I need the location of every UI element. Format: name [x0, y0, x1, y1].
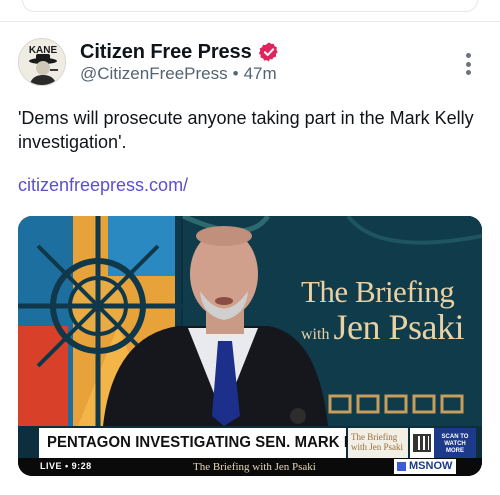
meta-separator: • — [232, 64, 239, 83]
chyron-logo-line2: with Jen Psaki — [351, 442, 404, 452]
brand-with: with — [301, 326, 330, 343]
live-indicator: LIVE • 9:28 — [40, 461, 92, 471]
brand-host: Jen Psaki — [333, 307, 464, 347]
post-text: 'Dems will prosecute anyone taking part … — [18, 108, 474, 152]
video-thumbnail[interactable]: The Briefing with Jen Psaki PENTAGON INV… — [18, 216, 482, 476]
network-icon — [397, 462, 406, 471]
network-logo: MSNOW — [394, 459, 457, 474]
brand-title: The Briefing — [301, 274, 455, 309]
chyron-text: PENTAGON INVESTIGATING SEN. MARK KELLY — [47, 434, 392, 451]
show-brand: The Briefing with Jen Psaki — [301, 276, 464, 348]
qr-code-icon — [410, 428, 434, 458]
chyron-show-logo: The Briefing with Jen Psaki — [348, 428, 408, 458]
more-vertical-icon[interactable] — [456, 52, 480, 76]
post-timestamp[interactable]: 47m — [244, 64, 277, 84]
ticker-show-name: The Briefing with Jen Psaki — [193, 461, 316, 473]
post-link[interactable]: citizenfreepress.com/ — [18, 175, 188, 196]
chyron-logo-line1: The Briefing — [351, 432, 398, 442]
previous-post-edge — [0, 0, 500, 20]
author-handle[interactable]: @CitizenFreePress — [80, 64, 228, 84]
post-divider — [0, 21, 500, 22]
news-chyron: PENTAGON INVESTIGATING SEN. MARK KELLY — [39, 428, 392, 458]
scan-prompt: SCAN TO WATCH MORE — [434, 428, 476, 458]
avatar[interactable]: KANE — [18, 38, 66, 86]
network-name: MSNOW — [409, 460, 453, 472]
author-name[interactable]: Citizen Free Press — [80, 41, 252, 64]
verified-badge-icon — [258, 42, 278, 62]
